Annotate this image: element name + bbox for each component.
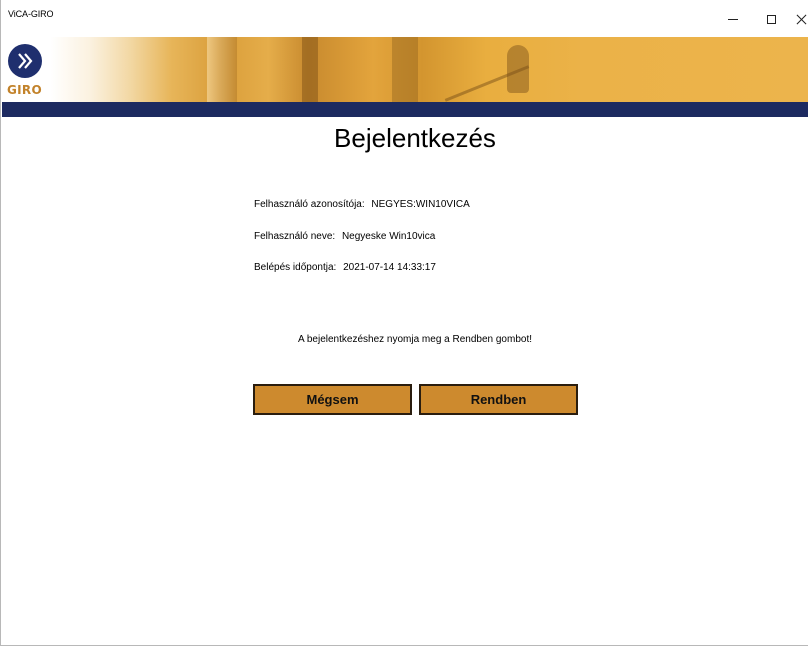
cancel-button[interactable]: Mégsem	[253, 384, 412, 415]
page-title: Bejelentkezés	[334, 123, 496, 153]
user-name-row: Felhasználó neve: Negyeske Win10vica	[254, 231, 435, 242]
app-window: ViCA-GIRO GIRO Bejelentkezés Felhasználó…	[0, 0, 808, 646]
ok-button[interactable]: Rendben	[419, 384, 578, 415]
logo-text: GIRO	[7, 83, 42, 97]
maximize-button[interactable]	[752, 0, 790, 36]
login-time-value: 2021-07-14 14:33:17	[343, 262, 436, 273]
login-instruction: A bejelentkezéshez nyomja meg a Rendben …	[297, 334, 533, 345]
user-id-row: Felhasználó azonosítója: NEGYES:WIN10VIC…	[254, 199, 470, 210]
user-id-value: NEGYES:WIN10VICA	[371, 199, 470, 210]
banner-decoration	[302, 37, 318, 102]
banner-decoration	[207, 37, 237, 102]
user-name-label: Felhasználó neve:	[254, 231, 336, 242]
window-title: ViCA-GIRO	[8, 9, 54, 19]
title-bar[interactable]: ViCA-GIRO	[1, 0, 808, 36]
user-id-label: Felhasználó azonosítója:	[254, 199, 365, 210]
user-name-value: Negyeske Win10vica	[341, 231, 436, 242]
minimize-icon	[728, 18, 738, 20]
minimize-button[interactable]	[714, 0, 752, 36]
giro-logo	[8, 44, 42, 78]
maximize-icon	[766, 14, 776, 24]
banner-decoration	[392, 37, 418, 102]
login-time-row: Belépés időpontja: 2021-07-14 14:33:17	[254, 262, 436, 273]
login-time-label: Belépés időpontja:	[254, 262, 337, 273]
close-icon	[797, 14, 807, 24]
close-button[interactable]	[790, 0, 808, 36]
double-chevron-right-icon	[18, 53, 33, 69]
header-stripe	[2, 102, 808, 117]
banner-decoration	[507, 45, 529, 93]
header-banner: GIRO	[2, 37, 808, 102]
